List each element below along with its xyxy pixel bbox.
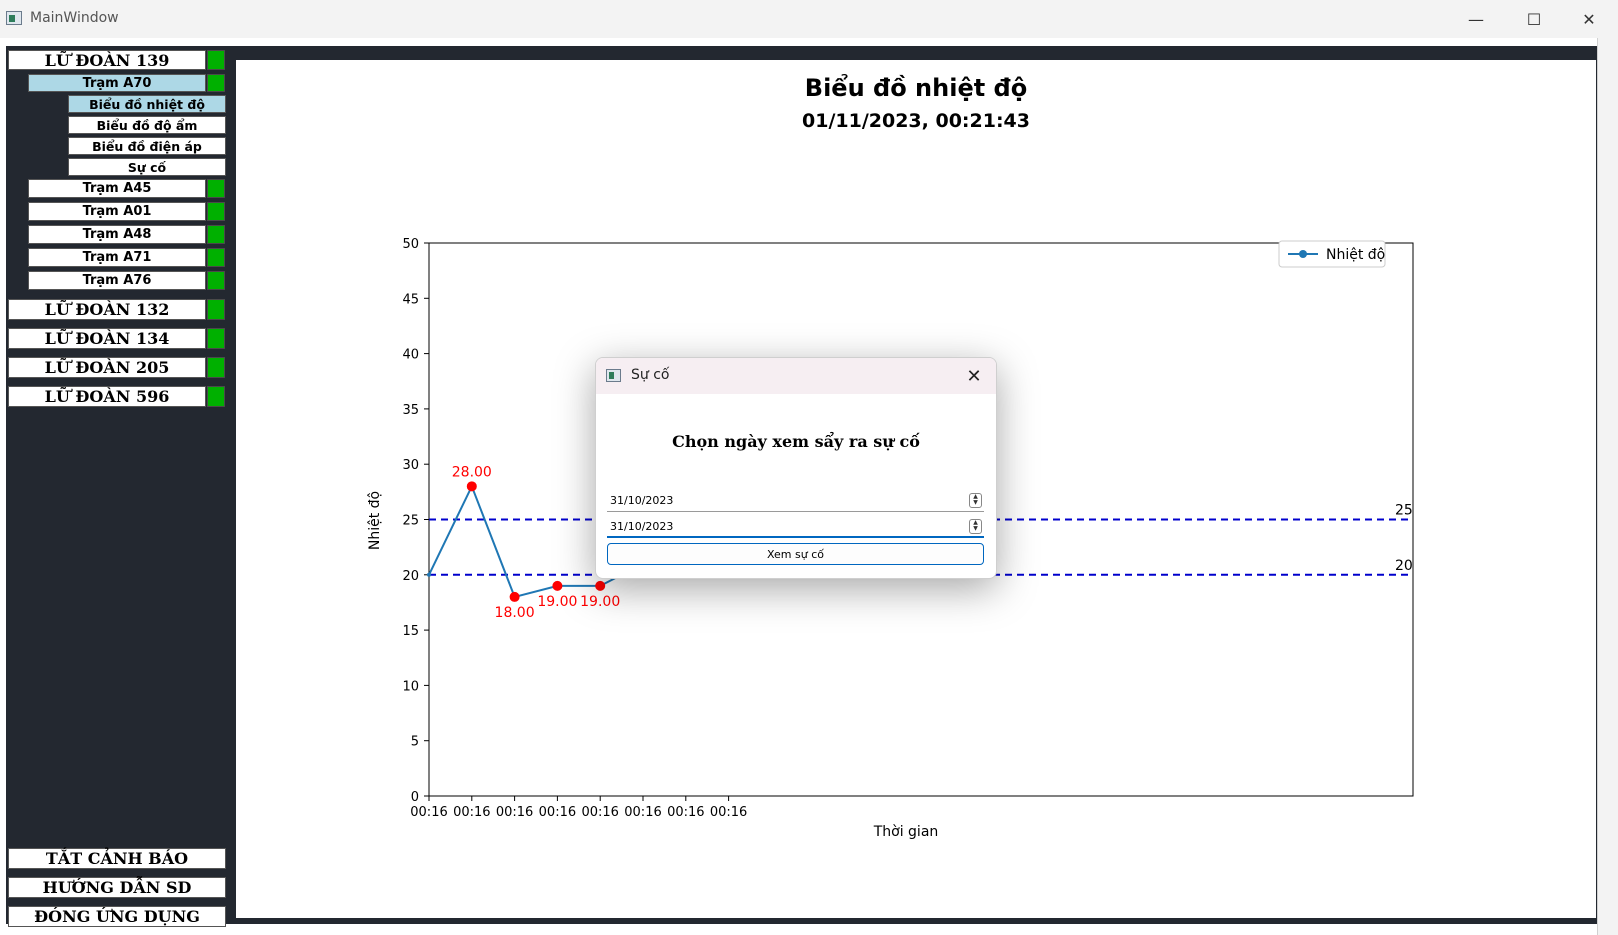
- maximize-icon: ☐: [1526, 9, 1542, 29]
- x-tick-label: 00:16: [710, 805, 747, 820]
- sidebar-group-134[interactable]: LỮ ĐOÀN 134: [8, 328, 206, 349]
- status-indicator: [207, 299, 225, 320]
- x-tick-label: 00:16: [453, 805, 490, 820]
- sidebar-station-a48[interactable]: Trạm A48: [28, 225, 206, 244]
- status-indicator: [207, 386, 225, 407]
- sidebar-station-a70[interactable]: Trạm A70: [28, 74, 206, 92]
- status-indicator: [207, 357, 225, 378]
- x-tick-label: 00:16: [539, 805, 576, 820]
- data-label: 28.00: [452, 464, 492, 480]
- to-date-field[interactable]: 31/10/2023 ▲ ▼: [607, 517, 984, 538]
- data-label: 19.00: [580, 594, 620, 610]
- y-tick-label: 45: [402, 292, 419, 307]
- minimize-icon: —: [1468, 9, 1484, 29]
- window-edge: [1597, 38, 1618, 935]
- maximize-button[interactable]: ☐: [1505, 0, 1563, 38]
- from-date-field[interactable]: 31/10/2023 ▲ ▼: [607, 491, 984, 512]
- incident-dialog: Sự cố ✕ Chọn ngày xem sẩy ra sự cố 31/10…: [595, 357, 997, 579]
- y-tick-label: 35: [402, 403, 419, 418]
- legend-label: Nhiệt độ: [1326, 247, 1385, 263]
- alarm-off-button[interactable]: TẮT CẢNH BÁO: [8, 848, 226, 869]
- dialog-app-icon: [606, 369, 621, 382]
- y-tick-label: 40: [402, 348, 419, 363]
- highlight-point: [509, 591, 520, 602]
- close-app-button[interactable]: ĐÓNG ỨNG DỤNG: [8, 906, 226, 927]
- data-label: 19.00: [537, 594, 577, 610]
- x-tick-label: 00:16: [581, 805, 618, 820]
- from-date-spin-icon[interactable]: ▲ ▼: [969, 493, 982, 508]
- legend-marker: [1299, 250, 1307, 258]
- dialog-title: Sự cố: [631, 367, 670, 383]
- y-tick-label: 5: [411, 735, 419, 750]
- sidebar-station-a71[interactable]: Trạm A71: [28, 248, 206, 267]
- sidebar-group-139[interactable]: LỮ ĐOÀN 139: [8, 50, 206, 70]
- highlight-point: [595, 580, 606, 591]
- app-icon: [6, 11, 22, 25]
- x-tick-label: 00:16: [667, 805, 704, 820]
- y-tick-label: 50: [402, 237, 419, 252]
- y-tick-label: 10: [402, 679, 419, 694]
- status-indicator: [207, 225, 225, 244]
- y-tick-label: 30: [402, 458, 419, 473]
- sidebar-station-a76[interactable]: Trạm A76: [28, 271, 206, 290]
- sidebar-item-temperature-chart[interactable]: Biểu đồ nhiệt độ: [68, 95, 226, 113]
- sidebar-group-205[interactable]: LỮ ĐOÀN 205: [8, 357, 206, 378]
- threshold-label: 25: [1395, 503, 1413, 519]
- sidebar-station-a45[interactable]: Trạm A45: [28, 179, 206, 198]
- dialog-titlebar: Sự cố ✕: [596, 358, 996, 394]
- sidebar-item-incidents[interactable]: Sự cố: [68, 158, 226, 176]
- x-tick-label: 00:16: [496, 805, 533, 820]
- sidebar-group-596[interactable]: LỮ ĐOÀN 596: [8, 386, 206, 407]
- status-indicator: [207, 271, 225, 290]
- y-tick-label: 0: [411, 790, 419, 805]
- minimize-button[interactable]: —: [1447, 0, 1505, 38]
- y-tick-label: 20: [402, 569, 419, 584]
- window-title: MainWindow: [30, 10, 119, 26]
- dialog-heading: Chọn ngày xem sẩy ra sự cố: [672, 432, 920, 451]
- user-guide-button[interactable]: HƯỚNG DẪN SD: [8, 877, 226, 898]
- y-tick-label: 25: [402, 514, 419, 529]
- x-tick-label: 00:16: [410, 805, 447, 820]
- threshold-label: 20: [1395, 558, 1413, 574]
- to-date-value: 31/10/2023: [610, 520, 674, 533]
- close-icon: ✕: [1582, 9, 1596, 29]
- view-incidents-button[interactable]: Xem sự cố: [607, 543, 984, 565]
- x-axis-label: Thời gian: [873, 824, 939, 840]
- data-label: 18.00: [495, 605, 535, 621]
- window-titlebar: MainWindow — ☐ ✕: [0, 0, 1618, 38]
- status-indicator: [207, 179, 225, 198]
- sidebar-item-humidity-chart[interactable]: Biểu đồ độ ẩm: [68, 116, 226, 134]
- highlight-point: [466, 481, 477, 492]
- sidebar-item-voltage-chart[interactable]: Biểu đồ điện áp: [68, 137, 226, 155]
- x-tick-label: 00:16: [624, 805, 661, 820]
- data-point: [427, 572, 431, 577]
- y-axis-label: Nhiệt độ: [367, 491, 383, 550]
- from-date-value: 31/10/2023: [610, 494, 674, 507]
- status-indicator: [207, 328, 225, 349]
- sidebar-station-a01[interactable]: Trạm A01: [28, 202, 206, 221]
- dialog-close-icon[interactable]: ✕: [960, 362, 988, 390]
- highlight-point: [552, 580, 563, 591]
- y-tick-label: 15: [402, 624, 419, 639]
- sidebar-group-132[interactable]: LỮ ĐOÀN 132: [8, 299, 206, 320]
- status-indicator: [207, 202, 225, 221]
- to-date-spin-icon[interactable]: ▲ ▼: [969, 519, 982, 534]
- status-indicator: [207, 74, 225, 92]
- close-button[interactable]: ✕: [1560, 0, 1618, 38]
- status-indicator: [207, 248, 225, 267]
- status-indicator: [207, 50, 225, 70]
